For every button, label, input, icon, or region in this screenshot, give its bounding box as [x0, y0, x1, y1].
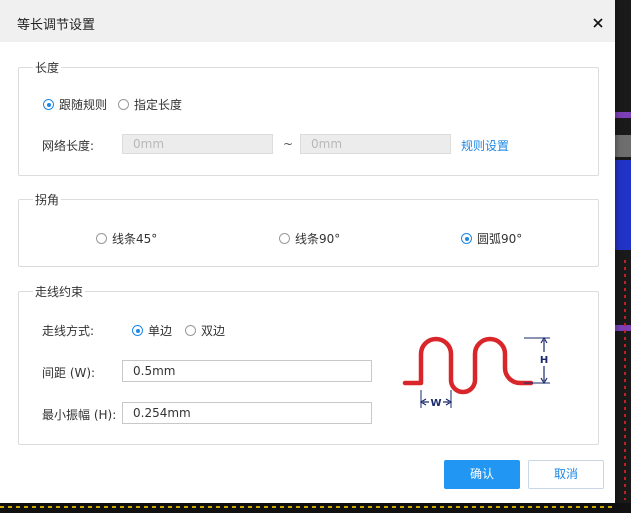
pcb-background-gray	[615, 135, 631, 157]
corner-group: 拐角 线条45° 线条90° 圆弧90°	[18, 191, 599, 267]
pcb-background-right-line	[624, 260, 626, 500]
cancel-button[interactable]: 取消	[528, 460, 604, 489]
rule-settings-link[interactable]: 规则设置	[461, 137, 509, 154]
radio-line-45[interactable]: 线条45°	[96, 230, 157, 247]
radio-checked-icon	[132, 325, 143, 336]
max-length-input[interactable]	[300, 134, 451, 154]
radio-follow-rule[interactable]: 跟随规则	[43, 96, 107, 113]
length-group: 长度 跟随规则 指定长度 网络长度: ~ 规则设置	[18, 59, 599, 176]
amplitude-input[interactable]	[122, 402, 372, 424]
confirm-button[interactable]: 确认	[444, 460, 520, 489]
close-icon	[593, 18, 603, 28]
spacing-label: 间距 (W):	[42, 366, 96, 380]
radio-specify-length[interactable]: 指定长度	[118, 96, 182, 113]
pcb-background-bottom-line	[0, 506, 615, 508]
pcb-background-purple	[615, 112, 631, 118]
pcb-background-purple-2	[615, 325, 631, 331]
title-bar: 等长调节设置	[0, 0, 615, 42]
radio-unchecked-icon	[96, 233, 107, 244]
radio-arc-90-label: 圆弧90°	[477, 232, 523, 246]
radio-unchecked-icon	[185, 325, 196, 336]
radio-follow-rule-label: 跟随规则	[59, 98, 108, 112]
dialog-title: 等长调节设置	[17, 18, 96, 33]
h-dimension-label: H	[540, 355, 548, 366]
radio-checked-icon	[461, 233, 472, 244]
radio-line-90[interactable]: 线条90°	[279, 230, 340, 247]
min-length-input[interactable]	[122, 134, 273, 154]
length-tuning-dialog: 等长调节设置 长度 跟随规则 指定长度 网络长度: ~ 规则设置 拐角 线条45…	[0, 0, 615, 503]
radio-unchecked-icon	[118, 99, 129, 110]
radio-specify-length-label: 指定长度	[134, 98, 183, 112]
length-legend: 长度	[33, 59, 62, 76]
corner-legend: 拐角	[33, 191, 62, 208]
serpentine-diagram: H W	[402, 336, 551, 409]
spacing-input[interactable]	[122, 360, 372, 382]
radio-single-side-label: 单边	[148, 324, 173, 338]
pcb-background-blue	[615, 160, 631, 250]
radio-unchecked-icon	[279, 233, 290, 244]
radio-single-side[interactable]: 单边	[132, 322, 172, 339]
routing-legend: 走线约束	[33, 283, 86, 300]
routing-group: 走线约束 走线方式: 单边 双边 间距 (W): 最小振幅 (H):	[18, 283, 599, 445]
radio-checked-icon	[43, 99, 54, 110]
serpentine-trace	[402, 336, 534, 395]
range-separator: ~	[283, 137, 294, 151]
radio-double-side[interactable]: 双边	[185, 322, 225, 339]
close-button[interactable]	[589, 14, 607, 32]
w-dimension-label: W	[430, 398, 441, 409]
net-length-label: 网络长度:	[42, 139, 95, 153]
pcb-background-bottom	[0, 503, 631, 513]
radio-arc-90[interactable]: 圆弧90°	[461, 230, 522, 247]
amplitude-label: 最小振幅 (H):	[42, 408, 117, 422]
radio-double-side-label: 双边	[201, 324, 226, 338]
routing-mode-label: 走线方式:	[42, 324, 95, 338]
pcb-background	[615, 0, 631, 513]
radio-line-45-label: 线条45°	[112, 232, 158, 246]
radio-line-90-label: 线条90°	[295, 232, 341, 246]
